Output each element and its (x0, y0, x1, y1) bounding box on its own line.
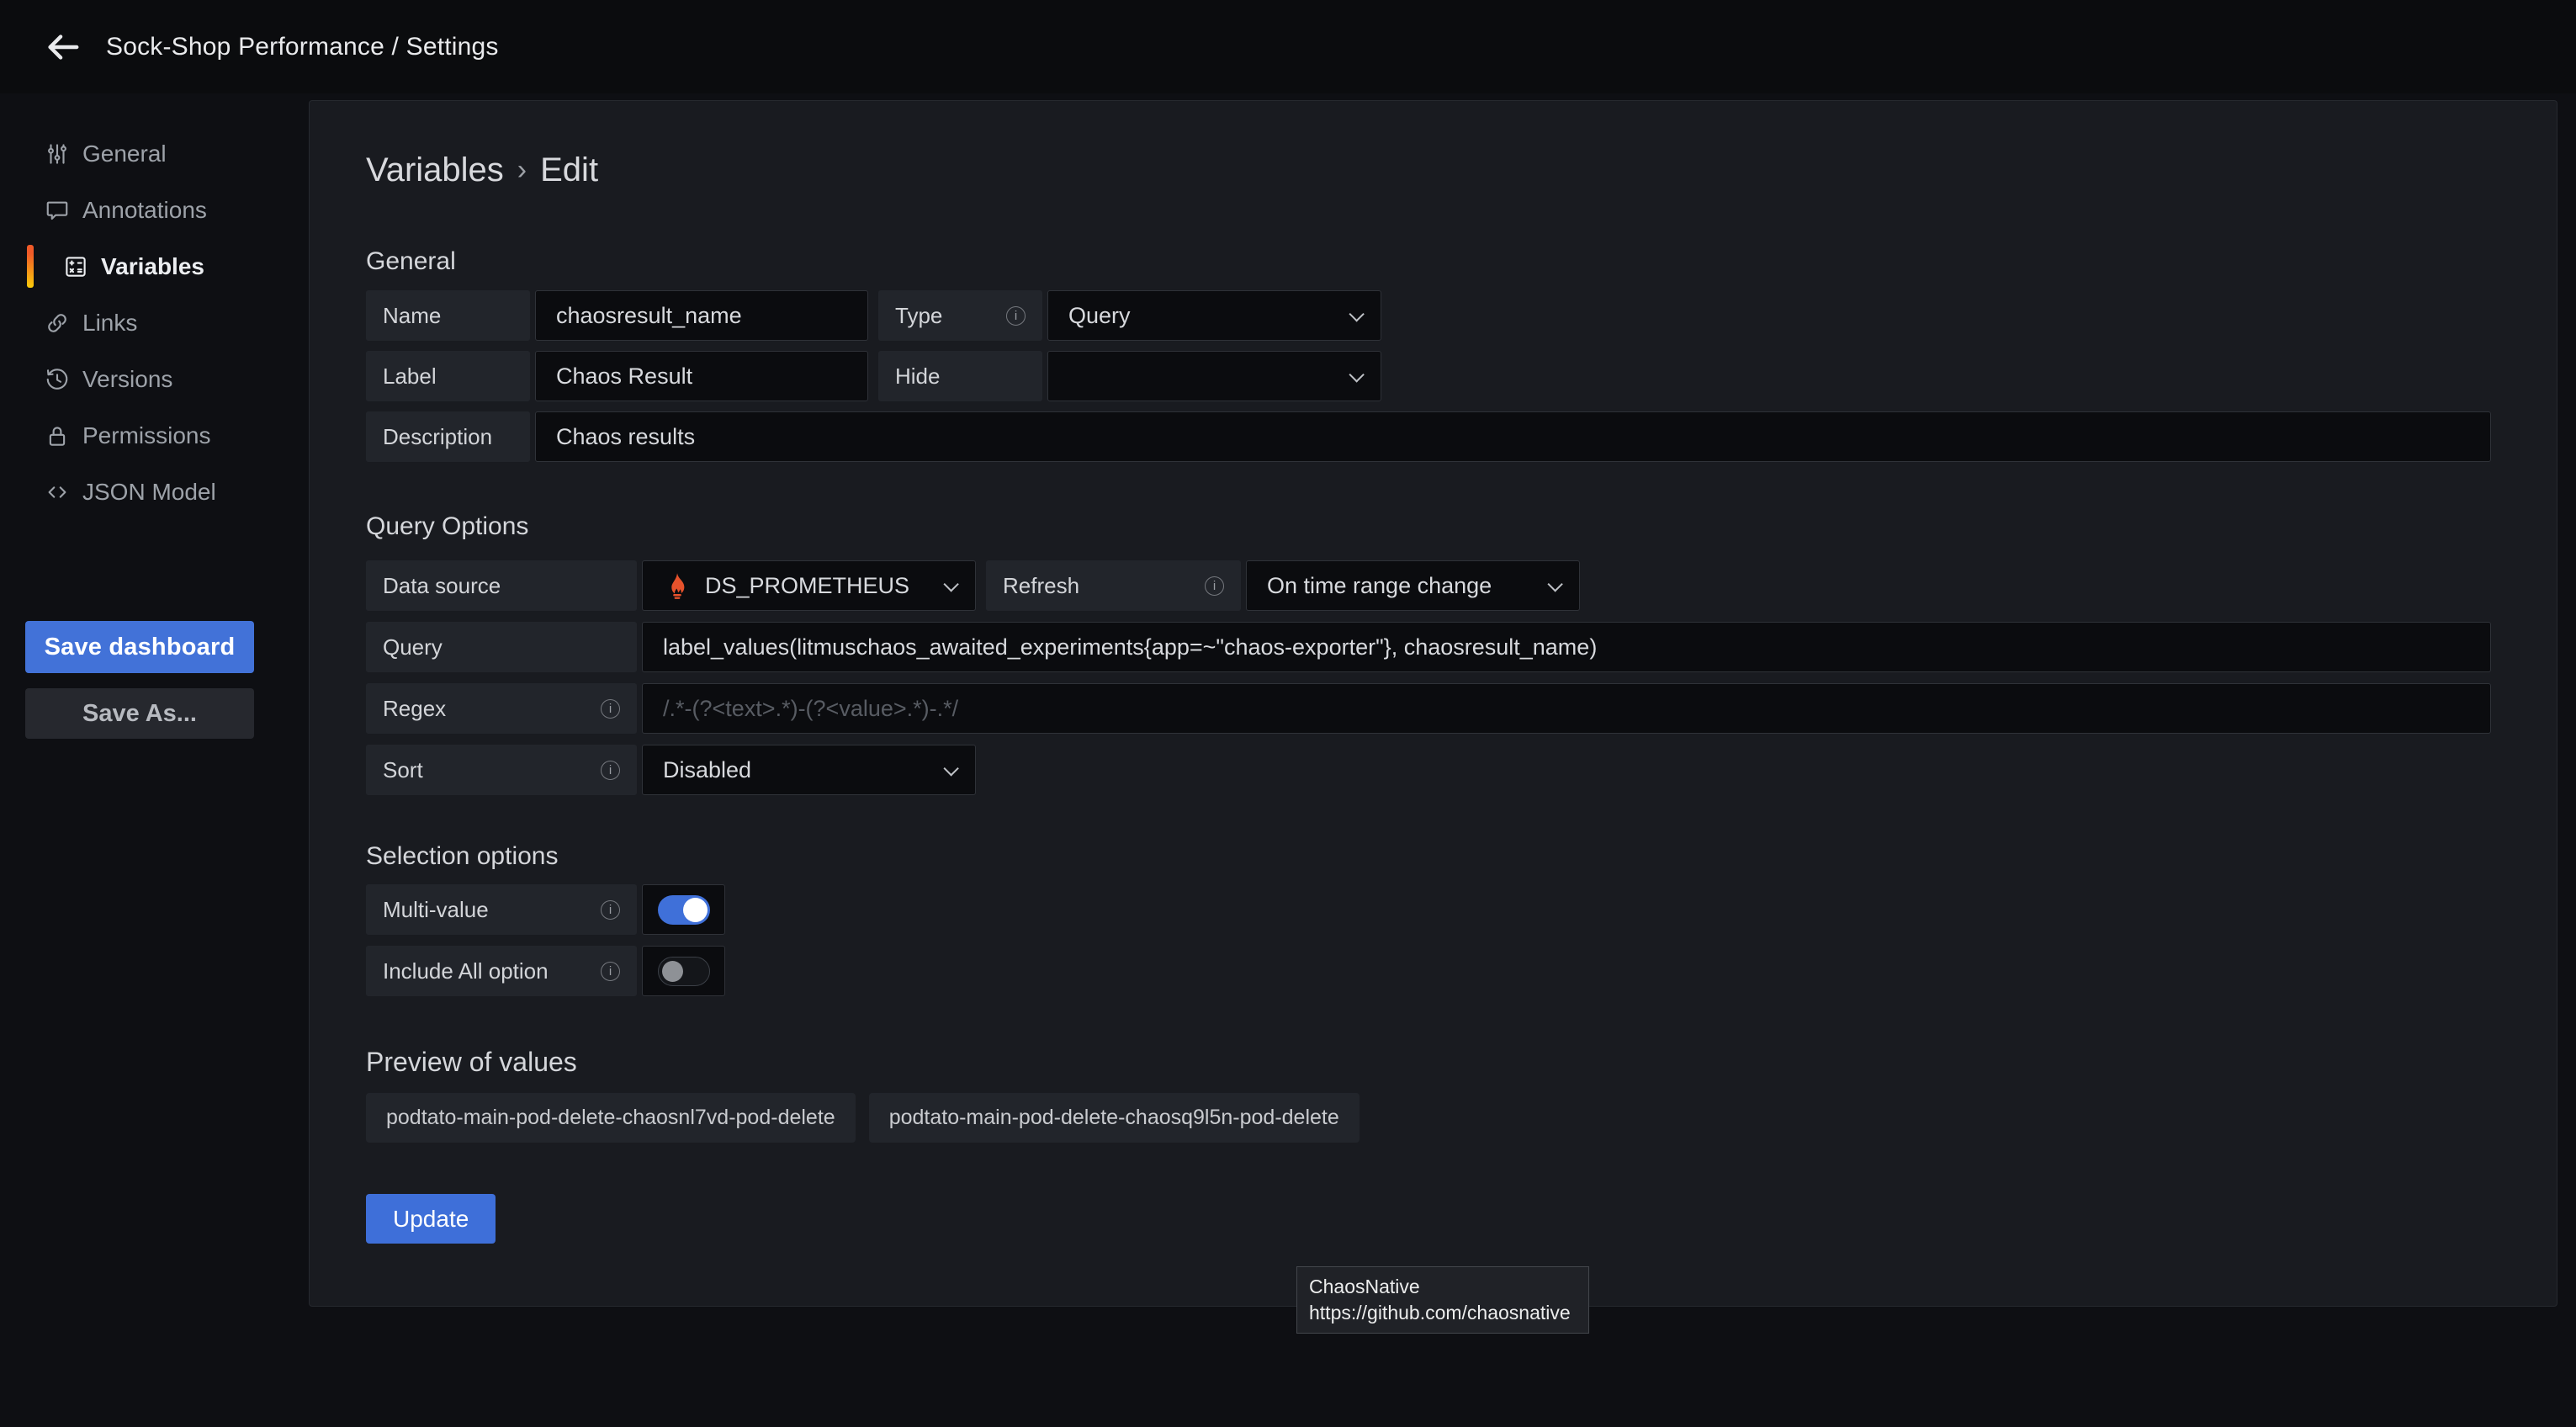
include-all-label: Include All option i (366, 946, 637, 996)
query-label: Query (366, 622, 637, 672)
hide-dropdown[interactable] (1047, 351, 1381, 401)
preview-heading: Preview of values (366, 1047, 2491, 1078)
sort-label: Sort i (366, 745, 637, 795)
info-icon[interactable]: i (601, 761, 620, 780)
label-hide-row: Label Hide (366, 351, 2491, 401)
prometheus-icon (663, 571, 692, 600)
regex-input[interactable] (642, 683, 2491, 734)
sidebar-item-json-model[interactable]: JSON Model (0, 464, 294, 520)
multi-value-label: Multi-value i (366, 884, 637, 935)
info-icon[interactable]: i (1205, 576, 1224, 596)
sidebar-item-versions[interactable]: Versions (0, 351, 294, 407)
query-row: Query (366, 622, 2491, 672)
sidebar-item-general[interactable]: General (0, 125, 294, 182)
sidebar-item-label: Versions (82, 366, 172, 393)
datasource-refresh-row: Data source DS_PROMETHEUS Refresh i On t… (366, 560, 2491, 611)
general-section-heading: General (366, 247, 2491, 276)
regex-label: Regex i (366, 683, 637, 734)
name-input[interactable] (535, 290, 868, 341)
name-type-row: Name Type i Query (366, 290, 2491, 341)
info-icon[interactable]: i (601, 699, 620, 719)
datasource-tooltip: ChaosNative https://github.com/chaosnati… (1296, 1266, 1589, 1334)
chevron-down-icon (943, 761, 958, 776)
selection-options-heading: Selection options (366, 842, 2491, 871)
info-icon[interactable]: i (1006, 306, 1026, 326)
sidebar-item-label: Variables (101, 253, 204, 280)
type-dropdown[interactable]: Query (1047, 290, 1381, 341)
sort-dropdown[interactable]: Disabled (642, 745, 976, 795)
sidebar-item-permissions[interactable]: Permissions (0, 407, 294, 464)
arrow-left-icon (43, 28, 82, 66)
include-all-toggle[interactable] (642, 946, 725, 996)
info-icon[interactable]: i (601, 900, 620, 920)
sidebar-item-links[interactable]: Links (0, 294, 294, 351)
tooltip-title: ChaosNative (1309, 1274, 1577, 1300)
sidebar-item-label: Annotations (82, 197, 207, 224)
comment-icon (45, 198, 70, 223)
description-label: Description (366, 411, 530, 462)
sliders-icon (45, 141, 70, 167)
history-icon (45, 367, 70, 392)
chevron-down-icon (1547, 576, 1562, 591)
multi-value-row: Multi-value i (366, 884, 2491, 935)
save-dashboard-button[interactable]: Save dashboard (25, 621, 254, 673)
update-button[interactable]: Update (366, 1194, 496, 1244)
preview-values: podtato-main-pod-delete-chaosnl7vd-pod-d… (366, 1093, 2491, 1143)
refresh-label: Refresh i (986, 560, 1241, 611)
link-icon (45, 310, 70, 336)
tooltip-url: https://github.com/chaosnative (1309, 1300, 1577, 1326)
settings-sidebar: General Annotations Variables Links Vers (0, 93, 294, 1427)
breadcrumb-current: Edit (540, 151, 598, 189)
description-row: Description (366, 411, 2491, 462)
info-icon[interactable]: i (601, 962, 620, 981)
refresh-dropdown[interactable]: On time range change (1246, 560, 1580, 611)
chevron-down-icon (1349, 306, 1364, 321)
sidebar-actions: Save dashboard Save As... (0, 621, 294, 739)
include-all-row: Include All option i (366, 946, 2491, 996)
lock-icon (45, 423, 70, 448)
preview-value-chip: podtato-main-pod-delete-chaosnl7vd-pod-d… (366, 1093, 856, 1143)
sidebar-item-label: Links (82, 310, 137, 337)
sidebar-item-label: JSON Model (82, 479, 216, 506)
calculator-icon (63, 254, 88, 279)
regex-row: Regex i (366, 683, 2491, 734)
preview-value-chip: podtato-main-pod-delete-chaosq9l5n-pod-d… (869, 1093, 1360, 1143)
toggle-on-switch (658, 895, 710, 925)
multi-value-toggle[interactable] (642, 884, 725, 935)
variables-edit-panel: Variables › Edit General Name Type i Que… (309, 100, 2557, 1307)
hide-label: Hide (878, 351, 1042, 401)
chevron-down-icon (1349, 367, 1364, 382)
description-input[interactable] (535, 411, 2491, 462)
breadcrumb-variables-link[interactable]: Variables (366, 151, 504, 189)
sort-row: Sort i Disabled (366, 745, 2491, 795)
code-icon (45, 480, 70, 505)
chevron-down-icon (943, 576, 958, 591)
label-label: Label (366, 351, 530, 401)
query-options-heading: Query Options (366, 512, 2491, 541)
sidebar-item-variables[interactable]: Variables (0, 238, 294, 294)
query-input[interactable] (642, 622, 2491, 672)
page-title: Sock-Shop Performance / Settings (106, 33, 499, 61)
sidebar-item-annotations[interactable]: Annotations (0, 182, 294, 238)
sidebar-item-label: Permissions (82, 422, 210, 449)
breadcrumb-separator: › (517, 154, 527, 187)
datasource-label: Data source (366, 560, 637, 611)
label-input[interactable] (535, 351, 868, 401)
name-label: Name (366, 290, 530, 341)
toggle-off-switch (658, 957, 710, 986)
datasource-dropdown[interactable]: DS_PROMETHEUS (642, 560, 976, 611)
type-label: Type i (878, 290, 1042, 341)
back-button[interactable] (35, 20, 89, 74)
sidebar-item-label: General (82, 141, 167, 167)
save-as-button[interactable]: Save As... (25, 688, 254, 739)
breadcrumb: Variables › Edit (366, 151, 2491, 189)
settings-nav: General Annotations Variables Links Vers (0, 93, 294, 520)
top-bar: Sock-Shop Performance / Settings (0, 0, 2576, 93)
